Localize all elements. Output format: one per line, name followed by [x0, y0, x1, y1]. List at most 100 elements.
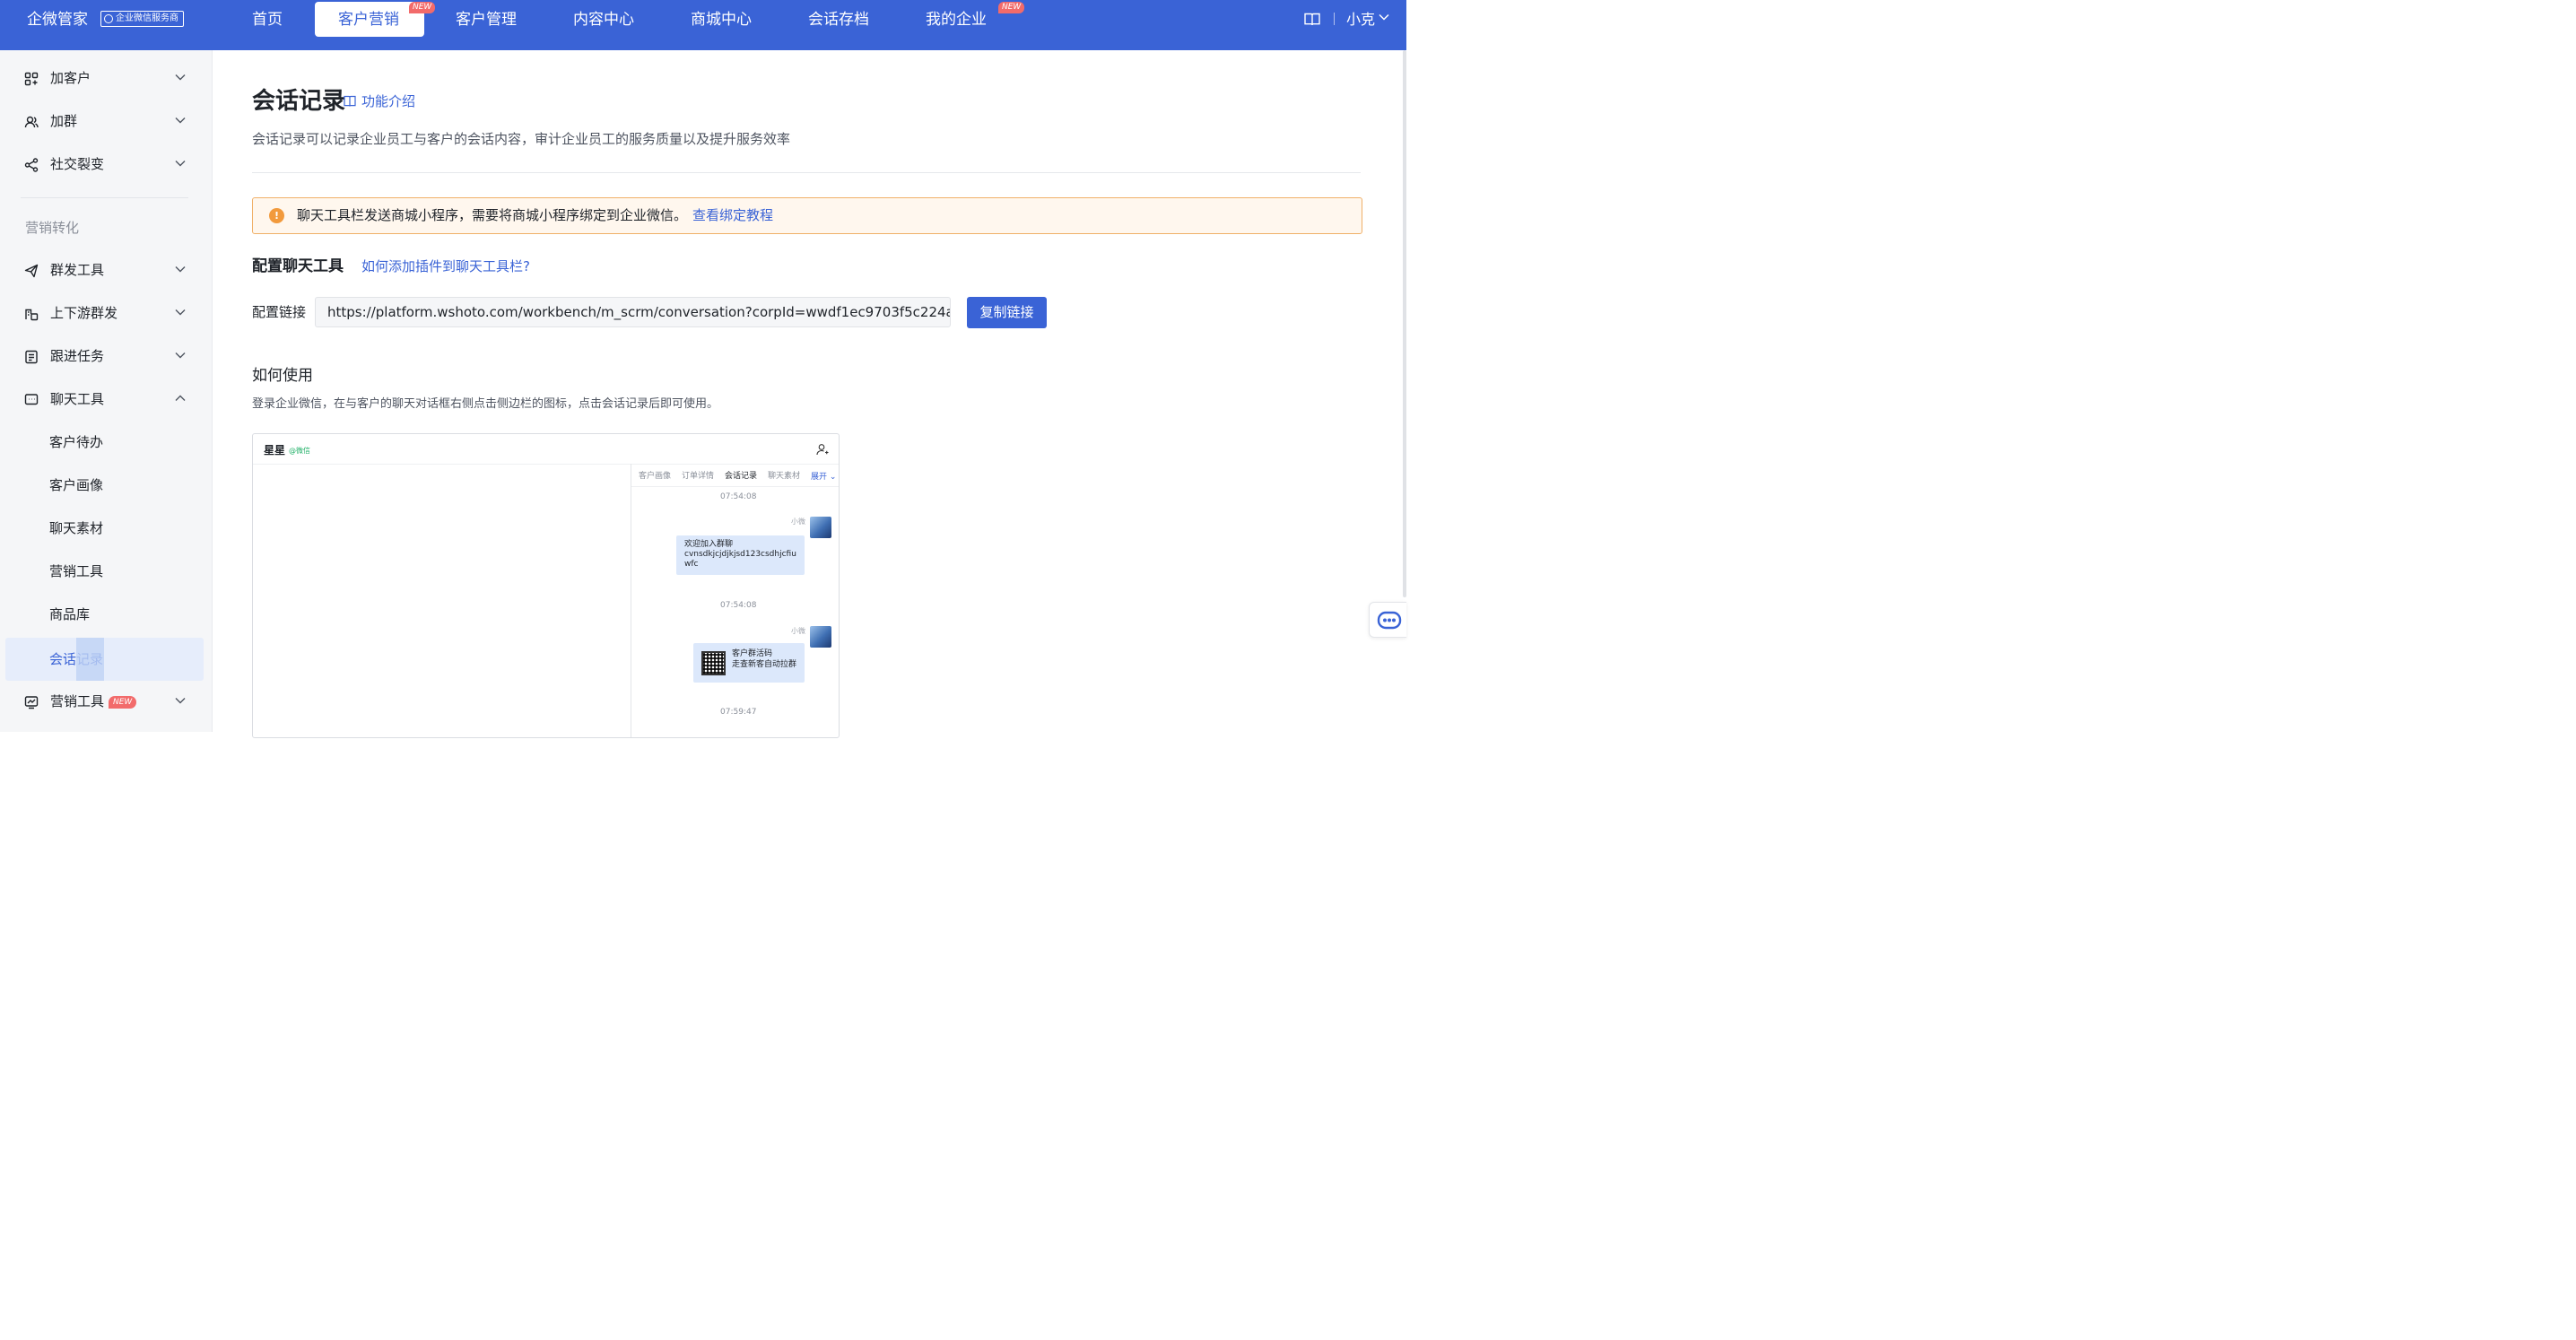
chevron-down-icon — [175, 698, 186, 704]
notice-banner: ! 聊天工具栏发送商城小程序，需要将商城小程序绑定到企业微信。 查看绑定教程 — [252, 197, 1362, 234]
sidebar-item-chain-broadcast[interactable]: 上下游群发 — [0, 296, 213, 332]
message-line: cvnsdkjcjdjkjsd123csdhjcfiu — [684, 550, 796, 559]
user-group-icon — [24, 116, 39, 128]
book-icon — [344, 95, 356, 107]
notice-text: 聊天工具栏发送商城小程序，需要将商城小程序绑定到企业微信。 — [297, 207, 688, 223]
service-provider-badge: 企业微信服务商 — [100, 11, 184, 27]
nav-customer-marketing[interactable]: 客户营销 — [338, 10, 399, 30]
sidebar-subitem-label: 客户待办 — [49, 434, 104, 450]
sender-name: 小微 — [791, 627, 805, 635]
section-title: 配置聊天工具 — [252, 257, 344, 275]
sidebar-subitem-customer-todo[interactable]: 客户待办 — [0, 425, 213, 461]
new-tag: NEW — [109, 696, 137, 709]
chevron-down-icon — [175, 161, 186, 167]
floating-chat-button[interactable] — [1369, 602, 1406, 638]
message-bubble: 欢迎加入群聊 cvnsdkjcjdjkjsd123csdhjcfiu wfc — [676, 535, 805, 575]
preview-expand: 展开 ⌄ — [811, 473, 837, 482]
sidebar-item-label: 营销工具 — [50, 693, 105, 709]
sidebar-item-label: 聊天工具 — [50, 391, 105, 407]
page-title: 会话记录 — [252, 88, 346, 115]
preview-tab: 客户画像 — [639, 472, 672, 481]
sidebar-item-label: 社交裂变 — [50, 156, 105, 172]
nav-my-enterprise[interactable]: 我的企业 — [926, 10, 987, 30]
page-description: 会话记录可以记录企业员工与客户的会话内容，审计企业员工的服务质量以及提升服务效率 — [252, 131, 791, 147]
usage-preview-image: 星星 @微信 客户画像 订单详情 会话记录 聊天素材 展开 ⌄ 07:54:08… — [252, 433, 840, 738]
qr-code-icon — [701, 651, 726, 675]
nav-home[interactable]: 首页 — [252, 10, 283, 30]
sidebar-subitem-label: 营销工具 — [49, 563, 104, 579]
sidebar-subitem-customer-profile[interactable]: 客户画像 — [0, 468, 213, 504]
nav-session-archive[interactable]: 会话存档 — [808, 10, 869, 30]
add-person-icon — [816, 444, 829, 456]
chevron-down-icon — [175, 309, 186, 316]
preview-tab: 聊天素材 — [768, 472, 801, 481]
chat-icon — [24, 394, 39, 405]
nav-mall-center[interactable]: 商城中心 — [691, 10, 752, 30]
copy-link-button[interactable]: 复制链接 — [967, 297, 1047, 328]
how-to-title: 如何使用 — [252, 367, 313, 385]
nav-content-center[interactable]: 内容中心 — [573, 10, 634, 30]
message-line: wfc — [684, 560, 699, 569]
divider — [253, 464, 839, 465]
how-to-text: 登录企业微信，在与客户的聊天对话框右侧点击侧边栏的图标，点击会话记录后即可使用。 — [252, 397, 719, 411]
sidebar-item-label: 加群 — [50, 113, 78, 129]
message-line: 客户群活码 — [732, 649, 773, 658]
sidebar-item-follow-up-task[interactable]: 跟进任务 — [0, 339, 213, 375]
info-icon: ! — [269, 208, 284, 223]
sidebar-item-label: 上下游群发 — [50, 305, 118, 321]
feature-intro-link[interactable]: 功能介绍 — [344, 92, 415, 110]
message-line: 欢迎加入群聊 — [684, 540, 734, 549]
main-content: 会话记录 功能介绍 会话记录可以记录企业员工与客户的会话内容，审计企业员工的服务… — [213, 50, 1406, 738]
sidebar-subitem-product-library[interactable]: 商品库 — [0, 597, 213, 633]
sidebar-item-chat-tools[interactable]: 聊天工具 — [0, 382, 213, 418]
chevron-down-icon[interactable] — [1379, 13, 1389, 21]
chat-bot-icon — [1377, 611, 1402, 630]
top-navigation-bar: 企微管家 企业微信服务商 首页 客户营销 NEW 客户管理 内容中心 商城中心 … — [0, 0, 1406, 50]
message-bubble-card: 客户群活码 走查新客自动拉群 — [693, 643, 805, 683]
wechat-tag: @微信 — [289, 447, 310, 455]
config-link-field[interactable]: https://platform.wshoto.com/workbench/m_… — [315, 297, 951, 327]
sidebar-item-marketing-tools[interactable]: 营销工具 — [0, 684, 213, 720]
sidebar-item-add-group[interactable]: 加群 — [0, 104, 213, 140]
text-selection-highlight — [76, 638, 104, 681]
chevron-up-icon — [175, 395, 186, 401]
preview-tab-active: 会话记录 — [725, 472, 758, 481]
sidebar-subitem-label: 商品库 — [49, 606, 91, 622]
divider — [631, 486, 839, 487]
new-tag: NEW — [998, 2, 1025, 13]
divider — [252, 172, 1361, 173]
sidebar-subitem-marketing-tools[interactable]: 营销工具 — [0, 554, 213, 590]
book-icon[interactable] — [1304, 13, 1320, 26]
share-icon — [24, 158, 39, 172]
chevron-down-icon — [175, 352, 186, 359]
how-to-add-plugin-link[interactable]: 如何添加插件到聊天工具栏? — [361, 257, 530, 275]
sidebar-subitem-label: 客户画像 — [49, 477, 104, 493]
sidebar-subitem-label: 聊天素材 — [49, 520, 104, 536]
sidebar-item-add-customer[interactable]: 加客户 — [0, 61, 213, 97]
config-link-label: 配置链接 — [252, 304, 307, 320]
nav-customer-management[interactable]: 客户管理 — [456, 10, 517, 30]
preview-tab: 订单详情 — [682, 472, 715, 481]
message-time: 07:54:08 — [720, 492, 757, 501]
sidebar-subitem-session-records[interactable]: 会话记录 — [5, 638, 204, 681]
search-circle-icon — [104, 14, 113, 23]
binding-tutorial-link[interactable]: 查看绑定教程 — [692, 207, 773, 223]
grid-icon — [24, 72, 39, 86]
chart-icon — [24, 696, 39, 709]
chevron-down-icon — [175, 117, 186, 124]
chevron-down-icon — [175, 74, 186, 81]
divider — [1334, 13, 1335, 25]
sidebar-group-title: 营销转化 — [25, 220, 80, 236]
app-logo[interactable]: 企微管家 — [27, 10, 88, 30]
sidebar-item-social-fission[interactable]: 社交裂变 — [0, 147, 213, 183]
sidebar-item-broadcast[interactable]: 群发工具 — [0, 253, 213, 289]
task-icon — [25, 350, 38, 364]
chain-icon — [25, 309, 39, 321]
sender-name: 小微 — [791, 518, 805, 526]
user-name[interactable]: 小克 — [1346, 10, 1375, 30]
sidebar-item-label: 跟进任务 — [50, 348, 105, 364]
message-time: 07:59:47 — [720, 708, 757, 717]
scrollbar[interactable] — [1403, 50, 1406, 597]
sidebar-subitem-chat-materials[interactable]: 聊天素材 — [0, 511, 213, 547]
avatar — [810, 626, 831, 648]
